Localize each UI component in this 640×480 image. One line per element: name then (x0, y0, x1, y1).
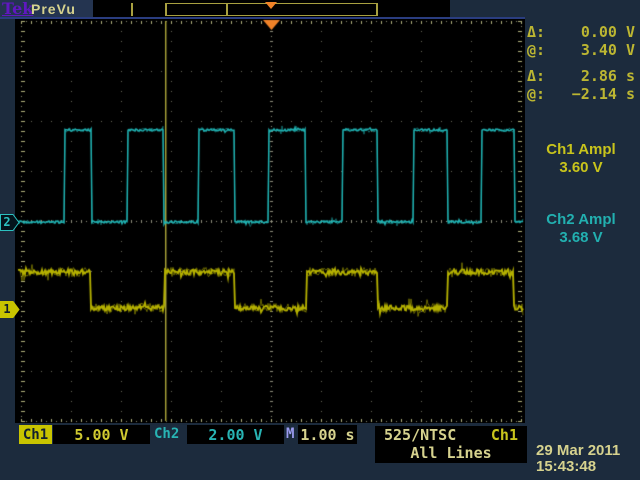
at-time-value: −2.14 s (572, 85, 635, 103)
trigger-standard-row: 525/NTSC Ch1 (375, 426, 527, 444)
timebase-label: M (286, 426, 294, 442)
delta-voltage-row: Δ: 0.00 V (527, 23, 635, 41)
at-voltage-row: @: 3.40 V (527, 41, 635, 59)
ch1-ampl-value: 3.60 V (527, 159, 635, 177)
trigger-standard: 525/NTSC (384, 426, 456, 444)
ch2-ampl-value: 3.68 V (527, 229, 635, 247)
date-label: 29 Mar 2011 (536, 443, 620, 459)
ch1-ampl-label: Ch1 Ampl (527, 141, 635, 159)
ch2-scale-readout: 2.00 V (187, 425, 284, 444)
cursor-readout: Δ: 0.00 V @: 3.40 V Δ: 2.86 s @: −2.14 s (527, 23, 635, 103)
delta-label: Δ: (527, 67, 545, 85)
ch1-scale-readout: 5.00 V (53, 425, 150, 444)
delta-time-value: 2.86 s (581, 67, 635, 85)
ch2-ampl-label: Ch2 Ampl (527, 211, 635, 229)
ch2-amplitude-measurement: Ch2 Ampl 3.68 V (527, 211, 635, 247)
oscilloscope-screen: Tek PreVu 2 1 Δ: 0.00 V @: 3.40 V Δ: 2.8… (0, 0, 640, 480)
trigger-source: Ch1 (491, 426, 518, 444)
record-bar-tick (226, 3, 228, 16)
delta-label: Δ: (527, 23, 545, 41)
time-label: 15:43:48 (536, 459, 620, 475)
trigger-position-icon (265, 2, 277, 9)
timebase-readout: 1.00 s (298, 425, 357, 444)
at-label: @: (527, 85, 545, 103)
trigger-mode: All Lines (375, 444, 527, 462)
channel2-marker-label: 2 (0, 215, 14, 230)
delta-voltage-value: 0.00 V (581, 23, 635, 41)
tek-logo: Tek (2, 0, 33, 18)
at-time-row: @: −2.14 s (527, 85, 635, 103)
ch2-label: Ch2 (154, 426, 179, 442)
record-bar-tick (131, 3, 133, 16)
delta-time-row: Δ: 2.86 s (527, 67, 635, 85)
at-voltage-value: 3.40 V (581, 41, 635, 59)
ch1-amplitude-measurement: Ch1 Ampl 3.60 V (527, 141, 635, 177)
channel1-marker-label: 1 (0, 302, 14, 317)
datetime-readout: 29 Mar 2011 15:43:48 (536, 443, 620, 475)
trigger-info-box: 525/NTSC Ch1 All Lines (375, 426, 527, 463)
ch1-badge: Ch1 (19, 425, 52, 444)
channel1-ground-marker: 1 (0, 301, 20, 318)
at-label: @: (527, 41, 545, 59)
waveform-display (15, 19, 525, 423)
acquisition-mode-label: PreVu (31, 1, 76, 17)
channel2-ground-marker: 2 (0, 214, 20, 231)
